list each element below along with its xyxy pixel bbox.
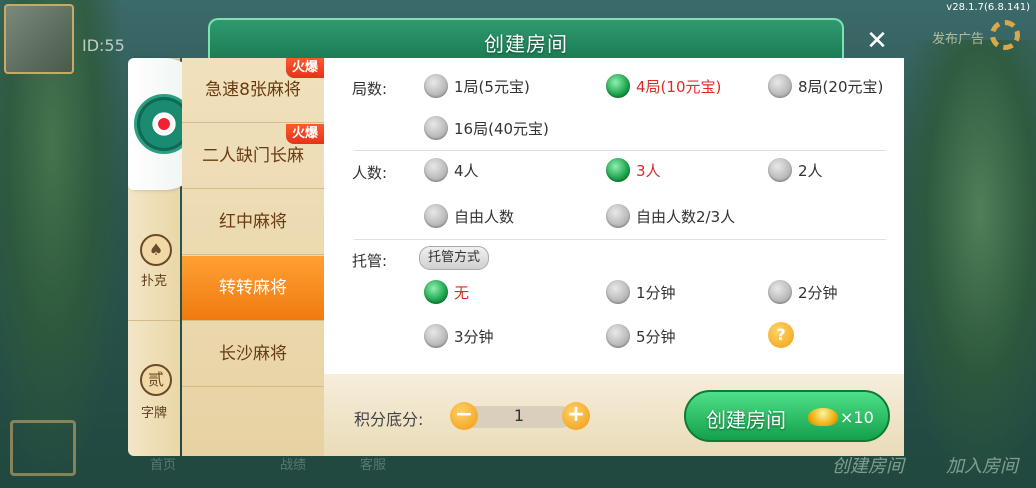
plus-button[interactable]: + — [562, 402, 590, 430]
minus-button[interactable]: − — [450, 402, 478, 430]
close-icon[interactable]: ✕ — [864, 28, 890, 54]
game-name: 长沙麻将 — [219, 344, 287, 364]
game-list: 急速8张麻将 火爆 二人缺门长麻 火爆 红中麻将 转转麻将 长沙麻将 — [182, 58, 324, 456]
option-label: 1局(5元宝) — [454, 78, 530, 96]
help-icon[interactable]: ? — [768, 322, 794, 348]
game-item[interactable]: 红中麻将 — [182, 190, 324, 255]
settings-gear-icon[interactable] — [990, 20, 1020, 50]
game-item[interactable]: 长沙麻将 — [182, 322, 324, 387]
radio-icon — [424, 324, 448, 348]
game-name: 转转麻将 — [219, 278, 287, 298]
dialog-title: 创建房间 — [484, 32, 568, 56]
bottom-nav-bar: 首页 战绩 客服 — [120, 452, 800, 488]
rounds-label: 局数: — [352, 80, 388, 98]
option-label: 自由人数2/3人 — [636, 208, 736, 226]
hot-badge: 火爆 — [285, 58, 324, 78]
radio-icon — [768, 280, 792, 304]
category-tab-zipai[interactable]: 字牌 — [128, 402, 180, 421]
bottom-nav-item[interactable]: 首页 — [150, 454, 176, 473]
game-item[interactable]: 急速8张麻将 火爆 — [182, 58, 324, 123]
option-label: 5分钟 — [636, 328, 676, 346]
score-value: 1 — [513, 406, 525, 425]
version-text: v28.1.7(6.8.141) — [946, 2, 1030, 13]
option-label: 8局(20元宝) — [798, 78, 884, 96]
sidebar-divider — [128, 320, 180, 321]
bottom-nav-item[interactable]: 战绩 — [280, 454, 306, 473]
divider — [354, 239, 886, 240]
radio-icon — [768, 74, 792, 98]
option-label: 4人 — [454, 162, 479, 180]
broadcast-label[interactable]: 发布广告 — [932, 28, 984, 47]
player-id: ID:55 — [82, 36, 125, 55]
radio-checked-icon — [424, 280, 448, 304]
base-score-label: 积分底分: — [354, 410, 424, 429]
create-room-label: 创建房间 — [706, 408, 786, 432]
radio-icon — [768, 158, 792, 182]
radio-icon — [424, 116, 448, 140]
dialog-header: 创建房间 — [208, 18, 844, 62]
dialog-footer: 积分底分: − 1 + 创建房间 ×10 — [324, 374, 904, 456]
option-label: 无 — [454, 284, 470, 302]
option-label: 2人 — [798, 162, 823, 180]
lobby-join-room-button[interactable]: 加入房间 — [946, 452, 1018, 478]
radio-icon — [606, 324, 630, 348]
shop-cart-icon[interactable] — [10, 420, 76, 476]
auto-label: 托管: — [352, 252, 388, 270]
tree-decoration-right — [896, 40, 1036, 470]
radio-icon — [424, 158, 448, 182]
settings-panel: 局数: 1局(5元宝) 4局(10元宝) 8局(20元宝) 16局(40元宝) … — [324, 58, 904, 374]
create-room-cost: ×10 — [840, 408, 874, 427]
radio-icon — [424, 204, 448, 228]
game-item-selected[interactable]: 转转麻将 — [182, 256, 324, 321]
game-name: 二人缺门长麻 — [202, 146, 304, 166]
option-label: 3人 — [636, 162, 661, 180]
option-label: 2分钟 — [798, 284, 838, 302]
create-room-button[interactable]: 创建房间 ×10 — [684, 390, 890, 442]
bottom-nav-item[interactable]: 客服 — [360, 454, 386, 473]
auto-mode-button[interactable]: 托管方式 — [419, 246, 490, 270]
divider — [354, 150, 886, 151]
hot-badge: 火爆 — [285, 124, 324, 144]
players-label: 人数: — [352, 164, 388, 182]
player-avatar[interactable] — [4, 4, 74, 74]
spade-icon: ♠ — [140, 234, 172, 266]
option-label: 3分钟 — [454, 328, 494, 346]
radio-checked-icon — [606, 158, 630, 182]
option-label: 1分钟 — [636, 284, 676, 302]
category-tab-poker[interactable]: 扑克 — [128, 270, 180, 289]
zipai-icon: 贰 — [140, 364, 172, 396]
game-item[interactable]: 二人缺门长麻 火爆 — [182, 124, 324, 189]
radio-icon — [606, 280, 630, 304]
radio-checked-icon — [606, 74, 630, 98]
game-name: 红中麻将 — [219, 212, 287, 232]
radio-icon — [606, 204, 630, 228]
option-label: 自由人数 — [454, 208, 515, 226]
radio-icon — [424, 74, 448, 98]
gold-ingot-icon — [808, 408, 838, 426]
option-label: 4局(10元宝) — [636, 78, 722, 96]
game-name: 急速8张麻将 — [205, 80, 301, 100]
option-label: 16局(40元宝) — [454, 120, 549, 138]
